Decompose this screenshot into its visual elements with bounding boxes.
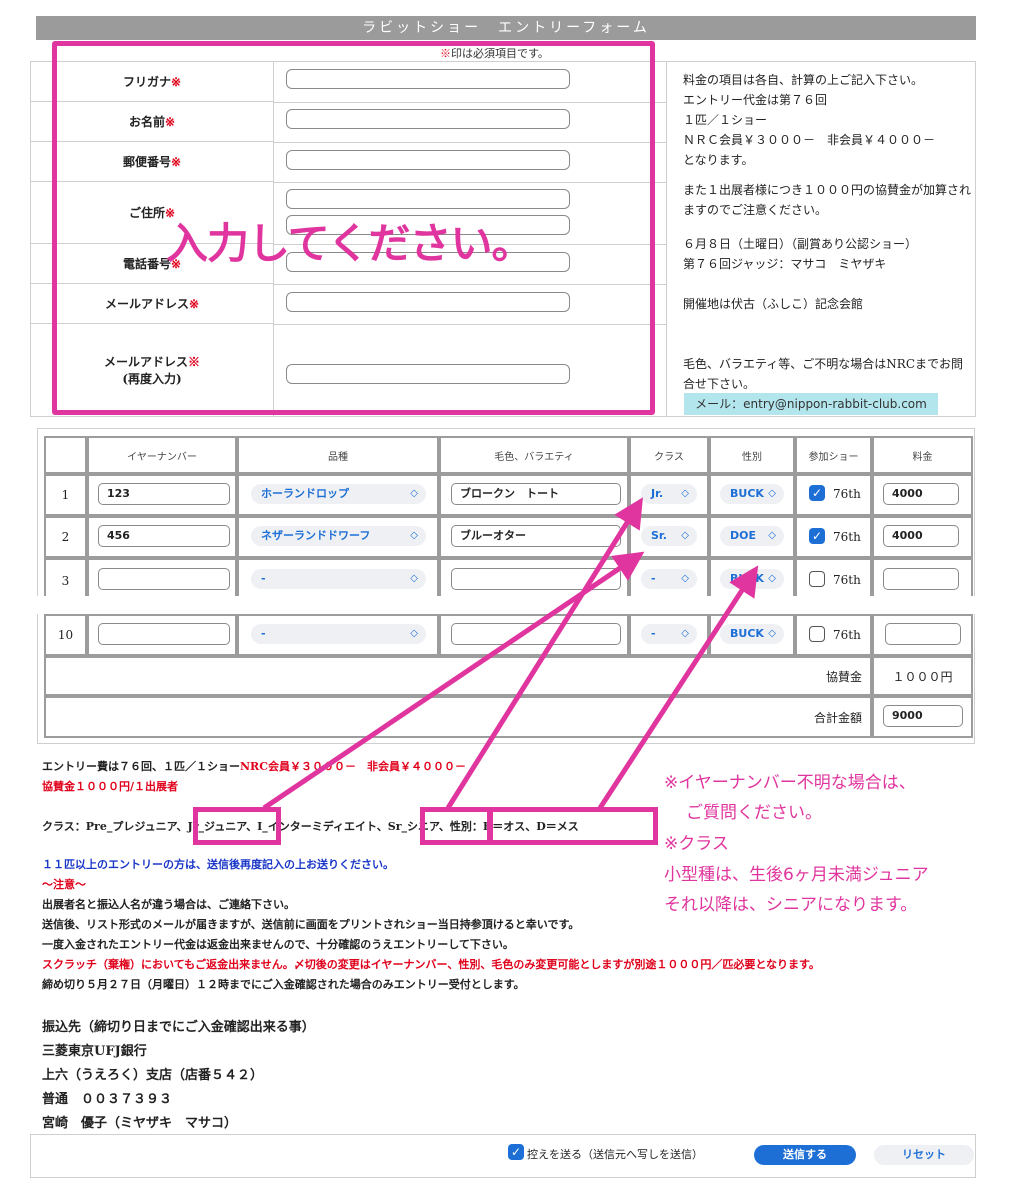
copy-checkbox[interactable]: ✓ — [508, 1144, 524, 1160]
copy-label: 控えを送る（送信元へ写しを送信） — [527, 1148, 703, 1161]
reset-button[interactable]: リセット — [874, 1145, 974, 1165]
annotation-arrows — [262, 497, 759, 811]
arrow-sr — [445, 497, 643, 810]
arrow-jr — [262, 551, 645, 811]
submit-button[interactable]: 送信する — [754, 1145, 856, 1165]
arrow-sex — [597, 565, 759, 810]
